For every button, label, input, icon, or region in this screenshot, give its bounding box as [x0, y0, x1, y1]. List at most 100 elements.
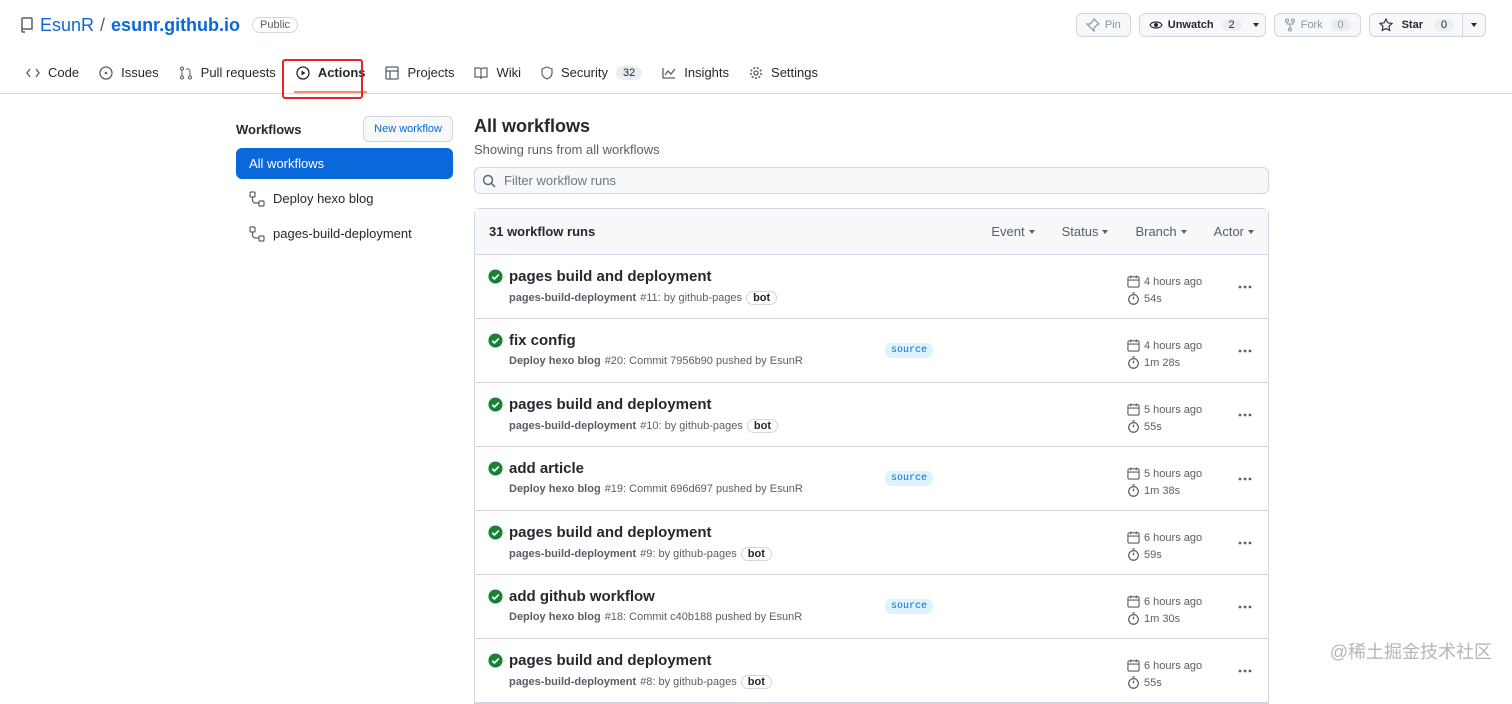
workflow-run-row[interactable]: pages build and deployment pages-build-d… [475, 255, 1268, 319]
star-button[interactable]: Star 0 [1368, 13, 1463, 37]
repo-owner-link[interactable]: EsunR [40, 15, 94, 36]
run-duration: 1m 38s [1144, 484, 1181, 497]
sidebar-item-all-workflows[interactable]: All workflows [236, 148, 453, 179]
repo-title: EsunR / esunr.github.io Public [20, 12, 299, 38]
run-workflow-name: pages-build-deployment [509, 676, 637, 688]
status-filter-dropdown[interactable]: Status [1062, 224, 1109, 239]
run-workflow-name: Deploy hexo blog [509, 483, 601, 495]
gear-icon [749, 66, 763, 80]
stopwatch-icon [1127, 356, 1140, 369]
new-workflow-button[interactable]: New workflow [363, 116, 453, 142]
actor-filter-dropdown[interactable]: Actor [1214, 224, 1254, 239]
star-button-group: Star 0 [1368, 13, 1486, 37]
tab-label: Security [561, 65, 608, 80]
star-list-dropdown[interactable] [1463, 13, 1486, 37]
filter-box [474, 167, 1269, 194]
pin-label: Pin [1104, 19, 1121, 31]
run-title-link[interactable]: pages build and deployment [509, 524, 712, 541]
repo-name-link[interactable]: esunr.github.io [111, 15, 240, 36]
pin-button[interactable]: Pin [1075, 13, 1131, 37]
run-title-link[interactable]: pages build and deployment [509, 652, 712, 669]
run-title-link[interactable]: add article [509, 460, 584, 477]
run-title-link[interactable]: add github workflow [509, 588, 655, 605]
watch-count: 2 [1221, 19, 1242, 31]
sidebar-item-label: pages-build-deployment [273, 226, 412, 241]
kebab-horizontal-icon[interactable] [1237, 407, 1253, 423]
run-duration: 1m 28s [1144, 356, 1181, 369]
sidebar-item-label: All workflows [249, 156, 325, 171]
tab-insights[interactable]: Insights [652, 52, 739, 93]
kebab-horizontal-icon[interactable] [1237, 343, 1253, 359]
workflows-heading: Workflows [236, 121, 302, 137]
run-title-link[interactable]: fix config [509, 332, 576, 349]
kebab-horizontal-icon[interactable] [1237, 279, 1253, 295]
sidebar-item-pages-build-deployment[interactable]: pages-build-deployment [236, 218, 453, 249]
shield-icon [541, 65, 553, 80]
tab-security[interactable]: Security 32 [531, 52, 652, 93]
branch-label[interactable]: source [885, 471, 934, 486]
run-times: 5 hours ago 55s [1127, 401, 1202, 435]
run-detail: #19: Commit 696d697 pushed by EsunR [604, 483, 803, 495]
run-workflow-name: Deploy hexo blog [509, 355, 601, 367]
workflow-run-row[interactable]: fix config Deploy hexo blog #20: Commit … [475, 319, 1268, 383]
repo-header: EsunR / esunr.github.io Public Pin Unwat… [0, 0, 1512, 94]
check-circle-icon [488, 333, 503, 348]
bot-badge: bot [740, 675, 772, 689]
branch-label[interactable]: source [885, 343, 934, 358]
run-time: 6 hours ago [1144, 659, 1203, 672]
stopwatch-icon [1127, 484, 1140, 497]
tab-settings[interactable]: Settings [739, 52, 828, 93]
unwatch-button[interactable]: Unwatch 2 [1138, 13, 1266, 37]
run-workflow-name: pages-build-deployment [509, 548, 637, 560]
run-detail: #8: by github-pages [640, 676, 737, 688]
tab-label: Wiki [496, 65, 521, 80]
run-meta: pages-build-deployment #11: by github-pa… [509, 291, 778, 305]
kebab-horizontal-icon[interactable] [1237, 663, 1253, 679]
run-meta: pages-build-deployment #10: by github-pa… [509, 419, 778, 433]
dropdown-label: Status [1061, 224, 1099, 239]
tab-wiki[interactable]: Wiki [464, 52, 531, 93]
run-workflow-name: Deploy hexo blog [509, 611, 601, 623]
workflow-run-row[interactable]: pages build and deployment pages-build-d… [475, 383, 1268, 447]
filter-workflow-runs-input[interactable] [502, 172, 1206, 189]
branch-filter-dropdown[interactable]: Branch [1135, 224, 1187, 239]
workflow-run-row[interactable]: pages build and deployment pages-build-d… [475, 639, 1268, 703]
tab-code[interactable]: Code [16, 52, 89, 93]
run-time: 4 hours ago [1144, 339, 1203, 352]
kebab-horizontal-icon[interactable] [1237, 599, 1253, 615]
workflow-run-row[interactable]: pages build and deployment pages-build-d… [475, 511, 1268, 575]
run-times: 6 hours ago 55s [1127, 657, 1202, 691]
tab-label: Settings [771, 65, 819, 80]
visibility-badge: Public [252, 17, 299, 33]
fork-button[interactable]: Fork 0 [1273, 13, 1361, 37]
run-workflow-name: pages-build-deployment [509, 420, 637, 432]
tab-pull-requests[interactable]: Pull requests [169, 52, 286, 93]
run-meta: Deploy hexo blog #18: Commit c40b188 pus… [509, 611, 802, 623]
tab-label: Projects [407, 65, 455, 80]
workflow-run-row[interactable]: add article Deploy hexo blog #19: Commit… [475, 447, 1268, 511]
unwatch-label: Unwatch [1167, 19, 1214, 31]
event-filter-dropdown[interactable]: Event [991, 224, 1035, 239]
branch-label[interactable]: source [885, 599, 934, 614]
check-circle-icon [488, 589, 503, 604]
tab-projects[interactable]: Projects [375, 52, 464, 93]
run-detail: #10: by github-pages [640, 420, 743, 432]
run-time: 6 hours ago [1144, 595, 1203, 608]
tab-issues[interactable]: Issues [89, 52, 169, 93]
chevron-down-icon [1248, 229, 1254, 234]
pin-icon [1085, 18, 1100, 32]
dropdown-label: Branch [1135, 224, 1177, 239]
run-times: 4 hours ago 54s [1127, 273, 1202, 307]
kebab-horizontal-icon[interactable] [1237, 471, 1253, 487]
run-title-link[interactable]: pages build and deployment [509, 396, 712, 413]
stopwatch-icon [1127, 612, 1140, 625]
calendar-icon [1127, 595, 1140, 608]
actions-highlight-box [282, 59, 363, 99]
run-title-link[interactable]: pages build and deployment [509, 268, 712, 285]
sidebar-item-deploy-hexo-blog[interactable]: Deploy hexo blog [236, 183, 453, 214]
kebab-horizontal-icon[interactable] [1237, 535, 1253, 551]
workflow-run-row[interactable]: add github workflow Deploy hexo blog #18… [475, 575, 1268, 639]
chevron-down-icon [1180, 229, 1187, 234]
run-time: 6 hours ago [1144, 531, 1203, 544]
stopwatch-icon [1127, 292, 1140, 305]
